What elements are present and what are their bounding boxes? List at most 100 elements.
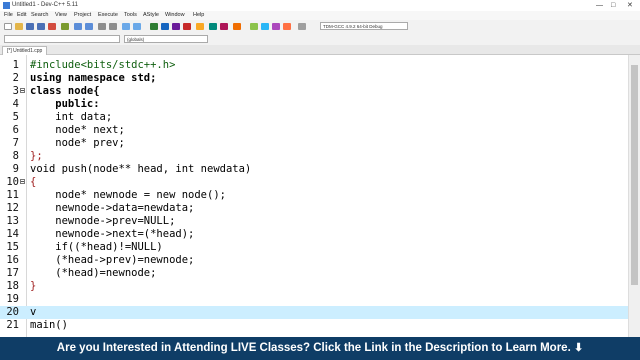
line-number: 2 [12, 72, 19, 84]
code-text: void push(node** head, int newdata) [30, 163, 252, 175]
code-text: class node{ [30, 85, 100, 97]
line-number: 21 [6, 319, 19, 331]
code-line[interactable]: 2 using namespace std; [0, 72, 628, 85]
menu-project[interactable]: Project [74, 11, 91, 20]
replace-icon[interactable] [109, 23, 117, 30]
code-text: main() [30, 319, 68, 331]
unindent-icon[interactable] [133, 23, 141, 30]
code-line[interactable]: 10 { [0, 176, 628, 189]
down-arrow-icon: ⬇ [573, 342, 584, 354]
undo-icon[interactable] [74, 23, 82, 30]
menu-edit[interactable]: Edit [17, 11, 26, 20]
menu-search[interactable]: Search [31, 11, 48, 20]
code-text: newnode->next=(*head); [30, 228, 195, 240]
code-text: v [30, 306, 37, 318]
run-icon[interactable] [161, 23, 169, 30]
banner-text: Are you Interested in Attending LIVE Cla… [56, 342, 571, 354]
code-text: node* next; [30, 124, 125, 136]
close-button[interactable]: ✕ [627, 0, 633, 11]
compile-icon[interactable] [150, 23, 158, 30]
code-text: node* newnode = new node(); [30, 189, 226, 201]
redo-icon[interactable] [85, 23, 93, 30]
menu-view[interactable]: View [55, 11, 67, 20]
menu-window[interactable]: Window [165, 11, 185, 20]
line-number: 9 [12, 163, 19, 175]
scrollbar-thumb[interactable] [631, 65, 638, 285]
debug-icon[interactable] [196, 23, 204, 30]
promo-banner[interactable]: Are you Interested in Attending LIVE Cla… [0, 337, 640, 360]
goto-bookmark-icon[interactable] [283, 23, 291, 30]
maximize-button[interactable]: □ [611, 0, 615, 11]
code-text: (*head->prev)=newnode; [30, 254, 195, 266]
code-text: public: [30, 98, 100, 110]
new-file-icon[interactable] [4, 23, 12, 30]
globals-select[interactable]: (globals) [124, 35, 208, 43]
delete-profile-icon[interactable] [220, 23, 228, 30]
code-line[interactable]: 7 node* prev; [0, 137, 628, 150]
line-number: 8 [12, 150, 19, 162]
close-file-icon[interactable] [48, 23, 56, 30]
fold-toggle-icon[interactable] [20, 88, 25, 93]
code-line[interactable]: 19 [0, 293, 628, 306]
line-number: 20 [6, 306, 19, 318]
compile-run-icon[interactable] [172, 23, 180, 30]
rebuild-icon[interactable] [183, 23, 191, 30]
code-line[interactable]: 6 node* next; [0, 124, 628, 137]
insert-icon[interactable] [261, 23, 269, 30]
code-line[interactable]: 21 main() [0, 319, 628, 332]
indent-icon[interactable] [122, 23, 130, 30]
line-number: 14 [6, 228, 19, 240]
code-text: }; [30, 150, 43, 162]
compiler-select[interactable]: TDM-GCC 4.9.2 64-bit Debug [320, 22, 408, 30]
code-text: { [30, 176, 37, 188]
vertical-scrollbar[interactable] [628, 55, 640, 337]
code-text: newnode->prev=NULL; [30, 215, 176, 227]
toggle-bookmark-icon[interactable] [272, 23, 280, 30]
code-line[interactable]: 5 int data; [0, 111, 628, 124]
code-line[interactable]: 1 #include<bits/stdc++.h> [0, 59, 628, 72]
code-line[interactable]: 13 newnode->prev=NULL; [0, 215, 628, 228]
save-icon[interactable] [26, 23, 34, 30]
minimize-button[interactable]: — [596, 0, 603, 11]
line-number: 7 [12, 137, 19, 149]
code-line[interactable]: 4 public: [0, 98, 628, 111]
new-project-icon[interactable] [250, 23, 258, 30]
scope-select[interactable] [4, 35, 120, 43]
save-all-icon[interactable] [37, 23, 45, 30]
code-line[interactable]: 3 class node{ [0, 85, 628, 98]
print-icon[interactable] [61, 23, 69, 30]
toolbar-extra-icon[interactable] [298, 23, 306, 30]
code-line[interactable]: 15 if((*head)!=NULL) [0, 241, 628, 254]
code-line[interactable]: 14 newnode->next=(*head); [0, 228, 628, 241]
find-icon[interactable] [98, 23, 106, 30]
code-text: newnode->data=newdata; [30, 202, 195, 214]
code-text: if((*head)!=NULL) [30, 241, 163, 253]
open-folder-icon[interactable] [15, 23, 23, 30]
code-line[interactable]: 18 } [0, 280, 628, 293]
code-line[interactable]: 12 newnode->data=newdata; [0, 202, 628, 215]
menu-help[interactable]: Help [193, 11, 204, 20]
code-line[interactable]: 16 (*head->prev)=newnode; [0, 254, 628, 267]
tab-untitled1[interactable]: [*] Untitled1.cpp [2, 46, 48, 55]
current-code-line[interactable]: 20 v [0, 306, 628, 319]
stop-icon[interactable] [233, 23, 241, 30]
code-line[interactable]: 11 node* newnode = new node(); [0, 189, 628, 202]
line-number: 17 [6, 267, 19, 279]
profile-icon[interactable] [209, 23, 217, 30]
code-line[interactable]: 8 }; [0, 150, 628, 163]
line-number: 12 [6, 202, 19, 214]
line-number: 1 [12, 59, 19, 71]
menu-astyle[interactable]: AStyle [143, 11, 159, 20]
code-line[interactable]: 17 (*head)=newnode; [0, 267, 628, 280]
menu-tools[interactable]: Tools [124, 11, 137, 20]
code-line[interactable]: 9 void push(node** head, int newdata) [0, 163, 628, 176]
line-number: 13 [6, 215, 19, 227]
code-editor[interactable]: 1 #include<bits/stdc++.h> 2 using namesp… [0, 55, 628, 337]
menu-execute[interactable]: Execute [98, 11, 118, 20]
code-text: int data; [30, 111, 113, 123]
title-bar: Untitled1 - Dev-C++ 5.11 — □ ✕ [0, 0, 640, 11]
line-number: 4 [12, 98, 19, 110]
fold-toggle-icon[interactable] [20, 179, 25, 184]
line-number: 19 [6, 293, 19, 305]
menu-file[interactable]: File [4, 11, 13, 20]
